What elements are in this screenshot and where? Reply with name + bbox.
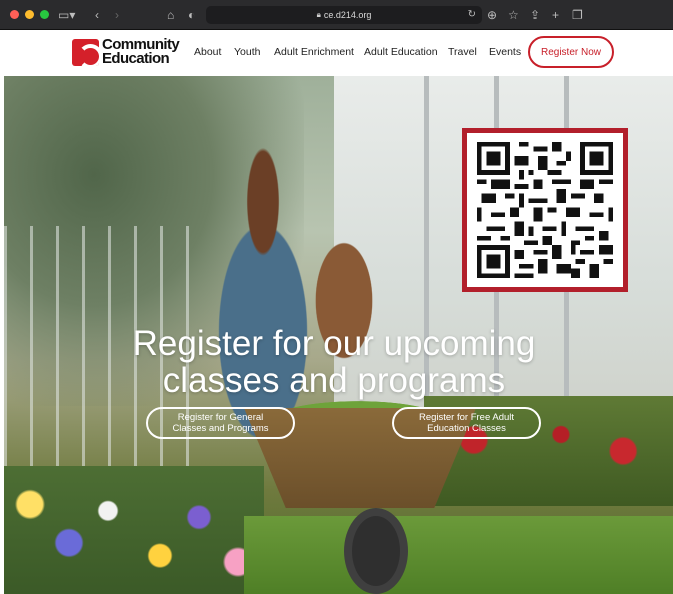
nav-link-adult-education[interactable]: Adult Education <box>364 46 438 58</box>
register-general-line-1: Register for General <box>177 412 264 423</box>
star-icon[interactable]: ☆ <box>508 0 519 30</box>
lock-icon: 🔒︎ <box>316 10 321 19</box>
register-now-button[interactable]: Register Now <box>528 36 614 68</box>
share-icon[interactable]: ⇪ <box>530 0 540 30</box>
nav-link-about[interactable]: About <box>194 46 221 58</box>
register-free-adult-line-1: Register for Free Adult <box>418 412 515 423</box>
logo-mark-icon <box>72 38 99 66</box>
privacy-shield-icon[interactable]: ◐ <box>188 0 195 30</box>
hero-title-line-2: classes and programs <box>162 361 506 400</box>
register-general-line-2: Classes and Programs <box>172 423 269 434</box>
plus-icon[interactable]: + <box>552 0 559 30</box>
hero-title-line-1: Register for our upcoming <box>132 324 536 363</box>
site-logo[interactable]: Community Education <box>72 37 180 67</box>
nav-link-youth[interactable]: Youth <box>234 46 260 58</box>
nav-link-events[interactable]: Events <box>489 46 521 58</box>
nav-link-travel[interactable]: Travel <box>448 46 477 58</box>
home-icon[interactable]: ⌂ <box>167 0 174 30</box>
chevron-right-icon[interactable]: › <box>115 0 119 30</box>
tab-overview-icon[interactable]: ❐ <box>572 0 583 30</box>
sidebar-toggle-icon[interactable]: ▭▾ <box>58 0 75 30</box>
chevron-left-icon[interactable]: ‹ <box>95 0 99 30</box>
hero-title: Register for our upcoming classes and pr… <box>60 325 608 399</box>
zoom-window-button[interactable] <box>40 10 49 19</box>
browser-toolbar: ▭▾ ‹ › ⌂ ◐ 🔒︎ ce.d214.org ↻ ⊕ ☆ ⇪ + ❐ <box>0 0 673 30</box>
logo-line-2: Education <box>102 50 170 67</box>
qr-code[interactable] <box>462 128 628 292</box>
close-window-button[interactable] <box>10 10 19 19</box>
window-controls <box>10 10 49 19</box>
wheelbarrow-wheel <box>344 508 408 594</box>
url-text: ce.d214.org <box>323 10 372 20</box>
hero-flower-bed <box>4 466 264 594</box>
logo-text: Community Education <box>102 37 180 67</box>
qr-code-icon <box>477 142 613 278</box>
address-bar[interactable]: 🔒︎ ce.d214.org ↻ <box>206 6 482 24</box>
register-free-adult-line-2: Education Classes <box>427 423 506 434</box>
register-general-classes-button[interactable]: Register for General Classes and Program… <box>146 407 295 439</box>
download-icon[interactable]: ⊕ <box>487 0 497 30</box>
nav-link-adult-enrichment[interactable]: Adult Enrichment <box>274 46 354 58</box>
reload-icon[interactable]: ↻ <box>468 9 476 20</box>
register-free-adult-education-button[interactable]: Register for Free Adult Education Classe… <box>392 407 541 439</box>
minimize-window-button[interactable] <box>25 10 34 19</box>
